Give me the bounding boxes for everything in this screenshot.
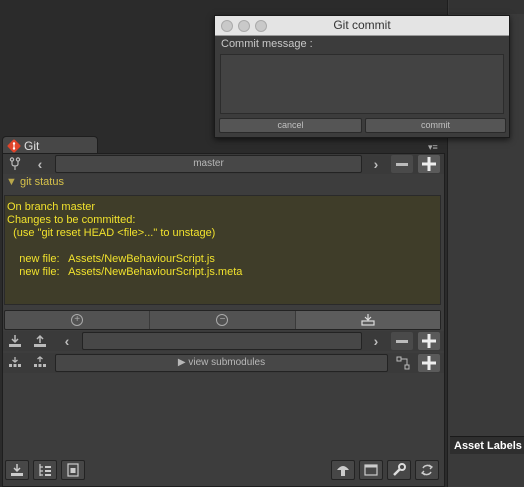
chevron-left-icon[interactable]: ‹ bbox=[29, 155, 51, 173]
foldout-triangle-icon: ▼ bbox=[6, 176, 17, 188]
minus-icon bbox=[396, 162, 408, 166]
inspector-top bbox=[449, 0, 524, 14]
branch-toolbar: ‹ master › bbox=[3, 154, 444, 174]
menu-icon[interactable]: ▾≡ bbox=[428, 142, 444, 152]
commit-message-input[interactable] bbox=[220, 54, 504, 114]
cancel-button[interactable]: cancel bbox=[219, 118, 362, 133]
stage-all-button[interactable]: + bbox=[5, 311, 151, 329]
log-button[interactable] bbox=[33, 460, 57, 480]
dialog-title: Git commit bbox=[333, 18, 391, 32]
chevron-right-icon[interactable]: › bbox=[365, 332, 387, 350]
refresh-button[interactable] bbox=[415, 460, 439, 480]
remote-selector[interactable] bbox=[82, 332, 362, 350]
merge-icon[interactable] bbox=[29, 354, 51, 372]
branch-selector[interactable]: master bbox=[55, 155, 362, 173]
git-status-label: git status bbox=[19, 176, 64, 188]
commit-confirm-button[interactable]: commit bbox=[365, 118, 506, 133]
plus-icon bbox=[422, 157, 436, 171]
add-circle-icon: + bbox=[71, 314, 84, 326]
add-submodule-button[interactable] bbox=[418, 354, 440, 372]
branch-icon[interactable] bbox=[4, 155, 26, 173]
inspector-footer bbox=[450, 454, 524, 487]
remove-branch-button[interactable] bbox=[391, 155, 413, 173]
add-branch-button[interactable] bbox=[418, 155, 440, 173]
lfs-button[interactable] bbox=[331, 460, 355, 480]
remove-remote-button[interactable] bbox=[391, 332, 413, 350]
remote-toolbar: ‹ › bbox=[3, 331, 444, 351]
view-submodules-button[interactable]: ▶ view submodules bbox=[55, 354, 388, 372]
submodule-toolbar: ▶ view submodules bbox=[3, 353, 444, 373]
settings-wrench-icon bbox=[393, 463, 406, 476]
mushroom-icon bbox=[337, 466, 349, 476]
chevron-left-icon[interactable]: ‹ bbox=[56, 332, 78, 350]
terminal-icon bbox=[364, 464, 378, 476]
terminal-button[interactable] bbox=[359, 460, 383, 480]
asset-labels-header[interactable]: Asset Labels bbox=[450, 436, 524, 454]
commit-icon bbox=[361, 314, 375, 326]
push-icon[interactable] bbox=[29, 332, 51, 350]
log-icon bbox=[39, 464, 51, 476]
plus-icon bbox=[422, 334, 436, 348]
minimize-window-icon[interactable] bbox=[238, 20, 250, 32]
settings-button[interactable] bbox=[387, 460, 411, 480]
unstage-all-button[interactable]: − bbox=[150, 311, 296, 329]
plus-icon bbox=[422, 356, 436, 370]
tab-git[interactable]: Git bbox=[2, 136, 98, 154]
stage-actions-bar: + − bbox=[4, 310, 441, 330]
git-logo-icon bbox=[7, 139, 21, 153]
add-remote-button[interactable] bbox=[418, 332, 440, 350]
pull-button[interactable] bbox=[5, 460, 29, 480]
pull-icon bbox=[11, 464, 23, 476]
submodule-icon[interactable] bbox=[392, 354, 414, 372]
bottom-toolbar bbox=[3, 459, 444, 483]
commit-message-label: Commit message : bbox=[221, 38, 313, 50]
refresh-icon bbox=[420, 464, 434, 476]
tab-git-label: Git bbox=[24, 139, 40, 153]
remove-circle-icon: − bbox=[216, 314, 229, 326]
stash-icon bbox=[67, 463, 79, 477]
git-status-foldout[interactable]: ▼ git status bbox=[6, 176, 64, 188]
minus-icon bbox=[396, 339, 408, 343]
zoom-window-icon[interactable] bbox=[255, 20, 267, 32]
chevron-right-icon[interactable]: › bbox=[365, 155, 387, 173]
git-status-output: On branch master Changes to be committed… bbox=[4, 195, 441, 305]
git-commit-dialog: Git commit Commit message : cancel commi… bbox=[214, 15, 510, 138]
fetch-icon[interactable] bbox=[4, 354, 26, 372]
close-window-icon[interactable] bbox=[221, 20, 233, 32]
commit-button[interactable] bbox=[295, 311, 440, 329]
stash-button[interactable] bbox=[61, 460, 85, 480]
pull-icon[interactable] bbox=[4, 332, 26, 350]
